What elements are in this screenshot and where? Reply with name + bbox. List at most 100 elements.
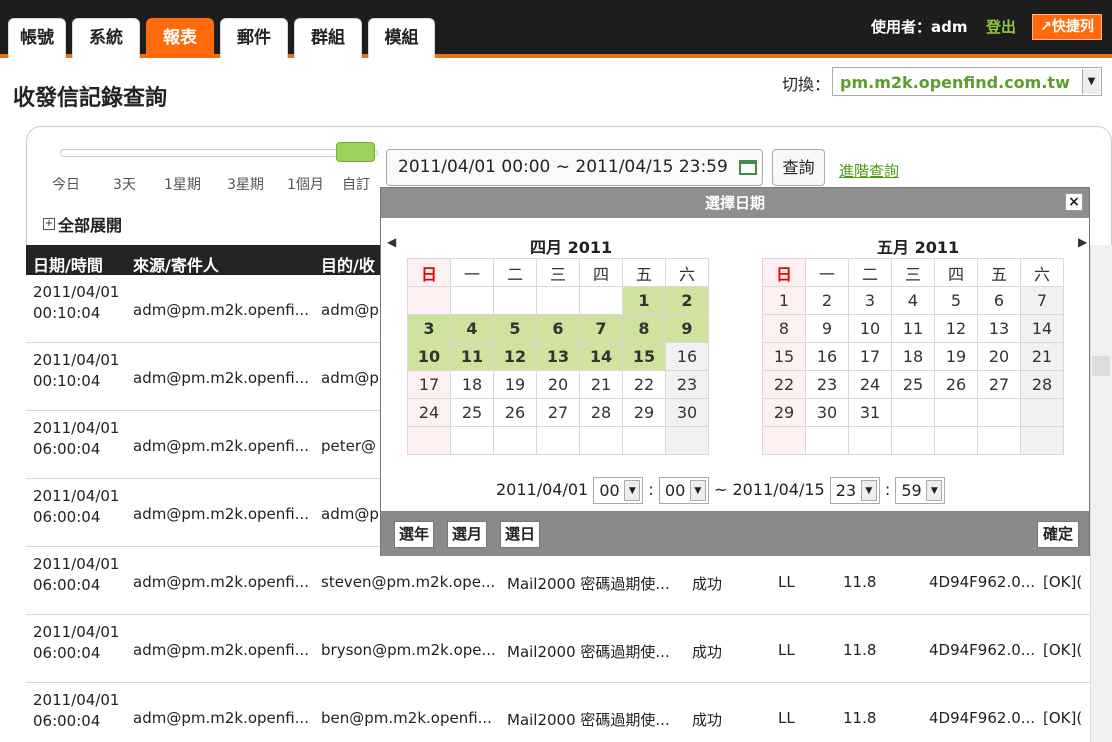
calendar-day[interactable]: 3 (848, 286, 892, 315)
calendar-day[interactable] (977, 398, 1021, 427)
calendar-day[interactable]: 27 (536, 398, 580, 427)
calendar-day[interactable]: 4 (450, 314, 494, 343)
calendar-day[interactable]: 13 (536, 342, 580, 371)
calendar-day[interactable] (450, 286, 494, 315)
start-hour-select[interactable]: 00 ▼ (593, 477, 644, 504)
calendar-day[interactable]: 24 (407, 398, 451, 427)
slider-handle[interactable] (336, 142, 375, 162)
calendar-day[interactable] (622, 426, 666, 455)
calendar-day[interactable] (934, 398, 978, 427)
previous-month-icon[interactable]: ◀ (387, 235, 396, 249)
calendar-day[interactable] (977, 426, 1021, 455)
tab-module[interactable]: 模組 (368, 18, 435, 58)
calendar-day[interactable] (450, 426, 494, 455)
domain-select[interactable]: pm.m2k.openfind.com.tw ▼ (832, 67, 1102, 96)
calendar-day[interactable] (407, 426, 451, 455)
calendar-day[interactable] (536, 426, 580, 455)
calendar-day[interactable]: 17 (407, 370, 451, 399)
calendar-day[interactable]: 30 (665, 398, 709, 427)
calendar-day[interactable]: 7 (1020, 286, 1064, 315)
tab-mail[interactable]: 郵件 (220, 18, 288, 58)
calendar-day[interactable]: 20 (536, 370, 580, 399)
calendar-day[interactable]: 26 (934, 370, 978, 399)
calendar-day[interactable]: 23 (665, 370, 709, 399)
calendar-day[interactable]: 19 (934, 342, 978, 371)
may-calendar[interactable]: 日一二三四五六 1234567 8 9 10 11 12 13 14 15 16 17 18 19 2… (762, 258, 1064, 455)
calendar-icon[interactable] (739, 160, 757, 175)
date-range-input[interactable]: 2011/04/01 00:00 ~ 2011/04/15 23:59 (386, 149, 763, 186)
range-1week[interactable]: 1星期 (164, 174, 201, 194)
date-range-slider[interactable] (60, 149, 378, 157)
expand-icon[interactable]: + (43, 218, 55, 230)
calendar-day[interactable] (848, 426, 892, 455)
calendar-day[interactable] (891, 398, 935, 427)
calendar-day[interactable]: 10 (848, 314, 892, 343)
calendar-day[interactable]: 28 (579, 398, 623, 427)
calendar-day[interactable]: 5 (934, 286, 978, 315)
calendar-day[interactable]: 22 (622, 370, 666, 399)
range-3days[interactable]: 3天 (113, 174, 136, 194)
calendar-day[interactable]: 14 (1020, 314, 1064, 343)
calendar-day[interactable]: 6 (977, 286, 1021, 315)
select-month-button[interactable]: 選月 (447, 521, 487, 548)
select-day-button[interactable]: 選日 (500, 521, 540, 548)
calendar-day[interactable]: 1 (622, 286, 666, 315)
range-3weeks[interactable]: 3星期 (227, 174, 264, 194)
calendar-day[interactable]: 28 (1020, 370, 1064, 399)
chevron-down-icon[interactable]: ▼ (689, 480, 706, 501)
calendar-day[interactable]: 24 (848, 370, 892, 399)
calendar-day[interactable]: 15 (622, 342, 666, 371)
table-row[interactable]: 2011/04/01 06:00:04 adm@pm.m2k.openfi... be… (26, 683, 1112, 742)
calendar-day[interactable]: 13 (977, 314, 1021, 343)
calendar-day[interactable] (762, 426, 806, 455)
calendar-day[interactable]: 11 (450, 342, 494, 371)
calendar-day[interactable]: 21 (579, 370, 623, 399)
select-year-button[interactable]: 選年 (394, 521, 434, 548)
calendar-day[interactable]: 8 (762, 314, 806, 343)
calendar-day[interactable]: 25 (450, 398, 494, 427)
range-1month[interactable]: 1個月 (287, 174, 324, 194)
calendar-day[interactable] (407, 286, 451, 315)
calendar-day[interactable]: 16 (665, 342, 709, 371)
calendar-day[interactable]: 27 (977, 370, 1021, 399)
calendar-day[interactable]: 4 (891, 286, 935, 315)
end-hour-select[interactable]: 23 ▼ (829, 477, 880, 504)
calendar-day[interactable] (579, 426, 623, 455)
calendar-day[interactable] (934, 426, 978, 455)
calendar-day[interactable] (536, 286, 580, 315)
calendar-day[interactable]: 5 (493, 314, 537, 343)
date-picker-dialog[interactable]: 選擇日期 × ◀ ▶ 四月 2011 五月 2011 日一二三四五六 12 34… (380, 187, 1090, 556)
calendar-day[interactable]: 10 (407, 342, 451, 371)
time-range-selector[interactable]: 2011/04/01 00 ▼ : 00 ▼ ~ 2011/04/15 23 ▼ : … (496, 477, 946, 504)
chevron-down-icon[interactable]: ▼ (624, 480, 641, 501)
calendar-day[interactable] (805, 426, 849, 455)
close-icon[interactable]: × (1065, 193, 1083, 211)
calendar-day[interactable]: 17 (848, 342, 892, 371)
april-calendar[interactable]: 日一二三四五六 12 3456789 10 11 12 13 14 15 16 17 18 19… (407, 258, 709, 455)
confirm-button[interactable]: 確定 (1037, 521, 1079, 548)
calendar-day[interactable] (891, 426, 935, 455)
calendar-day[interactable]: 2 (805, 286, 849, 315)
logout-link[interactable]: 登出 (986, 16, 1016, 37)
calendar-day[interactable]: 26 (493, 398, 537, 427)
tab-system[interactable]: 系統 (72, 18, 140, 58)
calendar-day[interactable]: 21 (1020, 342, 1064, 371)
calendar-day[interactable]: 29 (622, 398, 666, 427)
calendar-day[interactable]: 9 (665, 314, 709, 343)
advanced-query-link[interactable]: 進階查詢 (839, 160, 899, 181)
calendar-day[interactable]: 18 (450, 370, 494, 399)
calendar-day[interactable]: 3 (407, 314, 451, 343)
calendar-day[interactable]: 14 (579, 342, 623, 371)
calendar-day[interactable]: 11 (891, 314, 935, 343)
calendar-day[interactable]: 12 (934, 314, 978, 343)
chevron-down-icon[interactable]: ▼ (860, 480, 877, 501)
calendar-day[interactable]: 9 (805, 314, 849, 343)
calendar-day[interactable] (579, 286, 623, 315)
calendar-day[interactable]: 2 (665, 286, 709, 315)
calendar-day[interactable]: 16 (805, 342, 849, 371)
calendar-day[interactable]: 6 (536, 314, 580, 343)
calendar-day[interactable]: 25 (891, 370, 935, 399)
calendar-day[interactable] (493, 426, 537, 455)
calendar-day[interactable]: 15 (762, 342, 806, 371)
table-row[interactable]: 2011/04/01 06:00:04 adm@pm.m2k.openfi... st… (26, 547, 1112, 615)
